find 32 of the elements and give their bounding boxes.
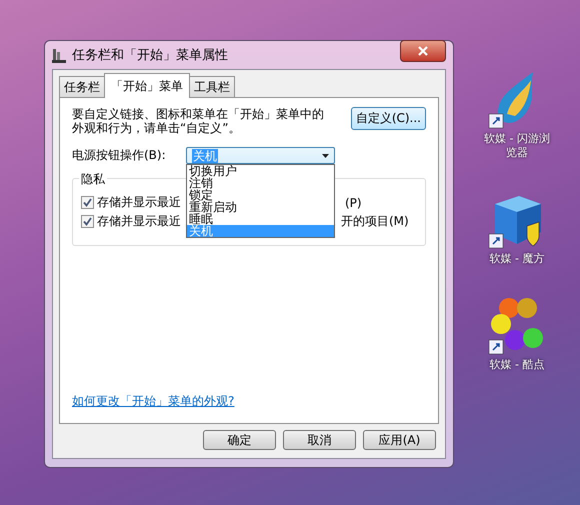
dialog-button[interactable]: 取消	[283, 430, 356, 450]
desktop-icon-label[interactable]: 软媒 - 酷点	[484, 358, 550, 372]
checkbox-label: 存储并显示最近	[97, 213, 181, 230]
tab[interactable]: 工具栏	[189, 76, 235, 97]
customize-button[interactable]: 自定义(C)...	[350, 107, 426, 130]
dialog-button[interactable]: 应用(A)	[363, 430, 436, 450]
checkbox-label: 存储并显示最近	[97, 194, 181, 211]
dropdown-option[interactable]: 锁定	[187, 189, 334, 201]
dropdown-option[interactable]: 切换用户	[187, 165, 334, 177]
checkbox-label: 开的项目(M)	[341, 213, 409, 230]
caret-icon	[322, 154, 329, 158]
checkbox-label: (P)	[345, 196, 362, 210]
taskbar-icon	[52, 47, 66, 63]
desktop-icon-label[interactable]: 软媒 - 魔方	[484, 252, 550, 266]
checkmark-icon	[83, 198, 92, 207]
desktop-icon-label[interactable]: 软媒 - 闪游浏览器	[484, 132, 550, 160]
close-button[interactable]	[400, 40, 446, 62]
dropdown-option[interactable]: 注销	[187, 177, 334, 189]
window-title: 任务栏和「开始」菜单属性	[72, 47, 229, 64]
group-title: 隐私	[79, 171, 107, 188]
checkbox[interactable]	[81, 196, 94, 209]
close-icon	[418, 46, 428, 56]
tab[interactable]: 任务栏	[59, 76, 105, 97]
tab[interactable]: 「开始」菜单	[104, 73, 190, 98]
description-text: 要自定义链接、图标和菜单在「开始」菜单中的外观和行为，请单击“自定义”。	[72, 107, 325, 135]
power-button-label: 电源按钮操作(B):	[72, 147, 167, 164]
dialog-button[interactable]: 确定	[203, 430, 276, 450]
checkbox[interactable]	[81, 215, 94, 228]
checkmark-icon	[83, 217, 92, 226]
dropdown-option[interactable]: 重新启动	[187, 201, 334, 213]
help-link[interactable]: 如何更改「开始」菜单的外观?	[72, 393, 234, 410]
dropdown-option[interactable]: 睡眠	[187, 213, 334, 225]
